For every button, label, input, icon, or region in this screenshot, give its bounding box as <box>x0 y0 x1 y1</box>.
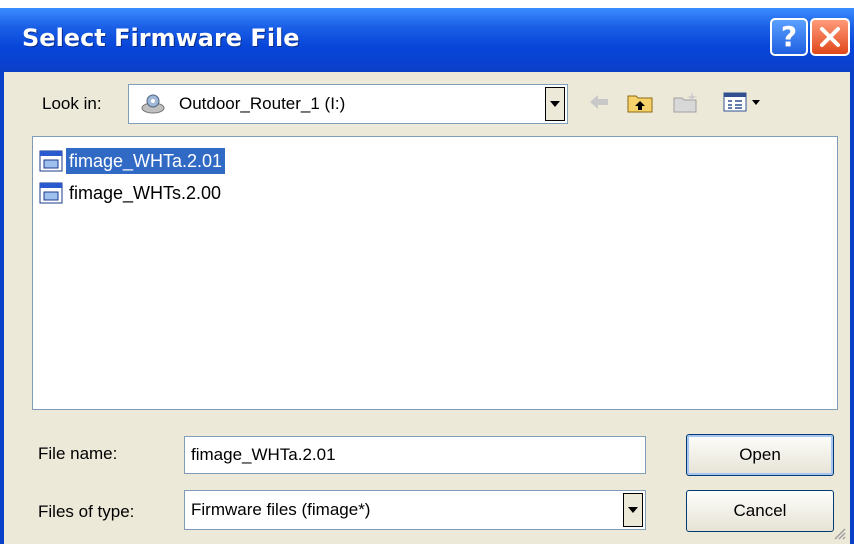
file-icon <box>39 150 63 172</box>
dialog-window: Select Firmware File ? Look in: Outdoor_… <box>0 8 854 544</box>
chevron-down-icon <box>628 507 638 513</box>
up-folder-icon[interactable] <box>626 90 654 114</box>
file-type-dropdown[interactable]: Firmware files (fimage*) <box>184 490 646 530</box>
new-folder-icon[interactable] <box>672 90 700 114</box>
open-button[interactable]: Open <box>686 434 834 476</box>
file-name-input[interactable]: fimage_WHTa.2.01 <box>184 436 646 474</box>
file-type-label: Files of type: <box>38 502 135 521</box>
chevron-down-icon <box>550 101 560 107</box>
cancel-button[interactable]: Cancel <box>686 490 834 532</box>
look-in-dropdown[interactable]: Outdoor_Router_1 (I:) <box>128 84 568 124</box>
back-icon[interactable] <box>588 90 610 114</box>
file-name: fimage_WHTs.2.00 <box>69 183 222 203</box>
look-in-label: Look in: <box>42 94 102 113</box>
dialog-body: Look in: Outdoor_Router_1 (I:) fimage_WH… <box>4 72 850 544</box>
resize-grip-icon[interactable] <box>832 526 846 540</box>
file-name-label: File name: <box>38 444 118 463</box>
close-button[interactable] <box>810 18 850 56</box>
list-item[interactable]: fimage_WHTa.2.01 <box>39 147 226 175</box>
file-name: fimage_WHTa.2.01 <box>66 148 226 174</box>
close-icon <box>820 27 840 47</box>
view-menu-icon[interactable] <box>722 90 768 114</box>
list-item[interactable]: fimage_WHTs.2.00 <box>39 179 224 207</box>
file-type-dropdown-button[interactable] <box>623 493 643 527</box>
file-type-value: Firmware files (fimage*) <box>191 500 371 519</box>
drive-icon <box>141 94 165 114</box>
look-in-dropdown-button[interactable] <box>545 87 565 121</box>
look-in-value: Outdoor_Router_1 (I:) <box>179 94 346 113</box>
title-bar[interactable]: Select Firmware File ? <box>0 8 854 72</box>
file-icon <box>39 182 63 204</box>
help-button[interactable]: ? <box>770 18 808 56</box>
dialog-title: Select Firmware File <box>22 24 300 52</box>
file-list[interactable]: fimage_WHTa.2.01 fimage_WHTs.2.00 <box>32 136 838 410</box>
